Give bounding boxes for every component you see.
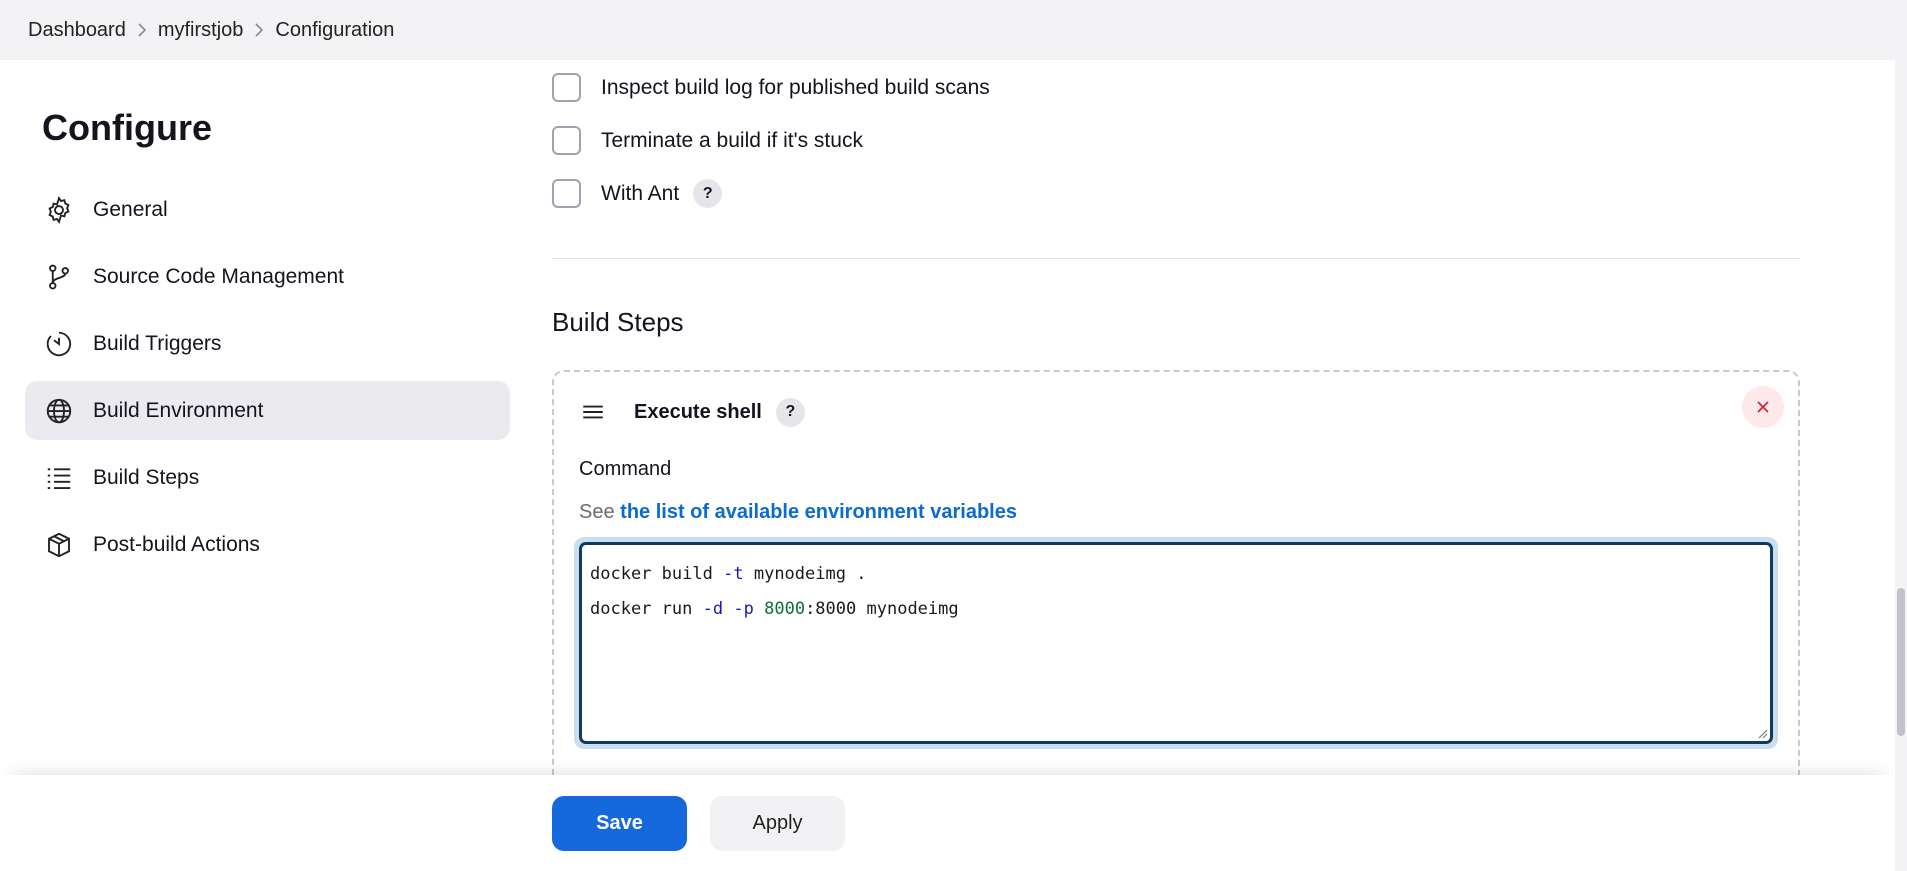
help-icon[interactable]: ? (693, 179, 723, 208)
option-inspect-build-log: Inspect build log for published build sc… (552, 61, 1800, 114)
env-variables-hint: See the list of available environment va… (579, 501, 1798, 524)
command-lines: docker build -t mynodeimg . docker run -d… (590, 557, 1762, 627)
step-header: Execute shell ? (554, 380, 1798, 444)
sidebar-nav: General Source Code Management Build Tri… (25, 180, 510, 574)
breadcrumb-dashboard[interactable]: Dashboard (28, 19, 126, 42)
section-divider (552, 258, 1800, 259)
resize-handle-icon[interactable] (1756, 727, 1768, 739)
sidebar-item-label: Build Triggers (93, 331, 222, 355)
sidebar-item-label: General (93, 197, 168, 221)
build-steps-heading: Build Steps (552, 307, 684, 337)
sidebar-item-label: Build Steps (93, 465, 200, 489)
execute-shell-step: Execute shell ? Command See the list of … (552, 370, 1800, 784)
command-textarea-focus-ring: docker build -t mynodeimg . docker run -d… (574, 537, 1778, 749)
option-label: Terminate a build if it's stuck (601, 128, 863, 152)
breadcrumb: Dashboard myfirstjob Configuration (28, 19, 394, 42)
package-icon (43, 529, 75, 561)
close-icon (1757, 401, 1769, 413)
sidebar-item-label: Source Code Management (93, 264, 344, 288)
option-terminate-stuck: Terminate a build if it's stuck (552, 114, 1800, 167)
gear-icon (43, 194, 75, 226)
command-label: Command (579, 458, 672, 480)
with-ant-checkbox[interactable] (552, 179, 581, 208)
option-label: Inspect build log for published build sc… (601, 75, 990, 99)
chevron-right-icon (243, 23, 275, 37)
see-prefix: See (579, 501, 615, 523)
action-bar: Save Apply (0, 775, 1895, 871)
env-variables-link[interactable]: the list of available environment variab… (620, 501, 1017, 523)
breadcrumb-job[interactable]: myfirstjob (158, 19, 244, 42)
page-title: Configure (42, 107, 212, 148)
command-line: docker run -d -p 8000:8000 mynodeimg (590, 599, 959, 619)
save-button[interactable]: Save (552, 796, 687, 851)
drag-handle-icon[interactable] (580, 399, 606, 425)
main-content: Inspect build log for published build sc… (552, 60, 1800, 784)
command-line: docker build -t mynodeimg . (590, 564, 867, 584)
sidebar-item-build-steps[interactable]: Build Steps (25, 448, 510, 507)
sidebar-item-source-code-management[interactable]: Source Code Management (25, 247, 510, 306)
page-scrollbar[interactable] (1895, 0, 1907, 871)
sidebar-item-post-build-actions[interactable]: Post-build Actions (25, 515, 510, 574)
globe-icon (43, 395, 75, 427)
sidebar-item-label: Build Environment (93, 398, 264, 422)
branch-icon (43, 261, 75, 293)
step-title: Execute shell (634, 400, 762, 423)
option-label: With Ant (601, 181, 680, 205)
list-icon (43, 462, 75, 494)
scrollbar-thumb[interactable] (1897, 588, 1905, 736)
inspect-build-log-checkbox[interactable] (552, 73, 581, 102)
breadcrumb-bar: Dashboard myfirstjob Configuration (0, 0, 1907, 60)
breadcrumb-configuration[interactable]: Configuration (275, 19, 394, 42)
chevron-right-icon (126, 23, 158, 37)
apply-button[interactable]: Apply (710, 796, 845, 851)
close-button[interactable] (1742, 386, 1784, 428)
sidebar-item-general[interactable]: General (25, 180, 510, 239)
sidebar-item-label: Post-build Actions (93, 532, 260, 556)
help-icon[interactable]: ? (775, 397, 805, 427)
command-textarea[interactable]: docker build -t mynodeimg . docker run -d… (579, 542, 1773, 744)
sidebar: Configure General Source Code Management (25, 60, 510, 582)
timer-icon (43, 328, 75, 360)
sidebar-item-build-environment[interactable]: Build Environment (25, 381, 510, 440)
option-with-ant: With Ant ? (552, 167, 1800, 220)
sidebar-item-build-triggers[interactable]: Build Triggers (25, 314, 510, 373)
terminate-stuck-checkbox[interactable] (552, 126, 581, 155)
